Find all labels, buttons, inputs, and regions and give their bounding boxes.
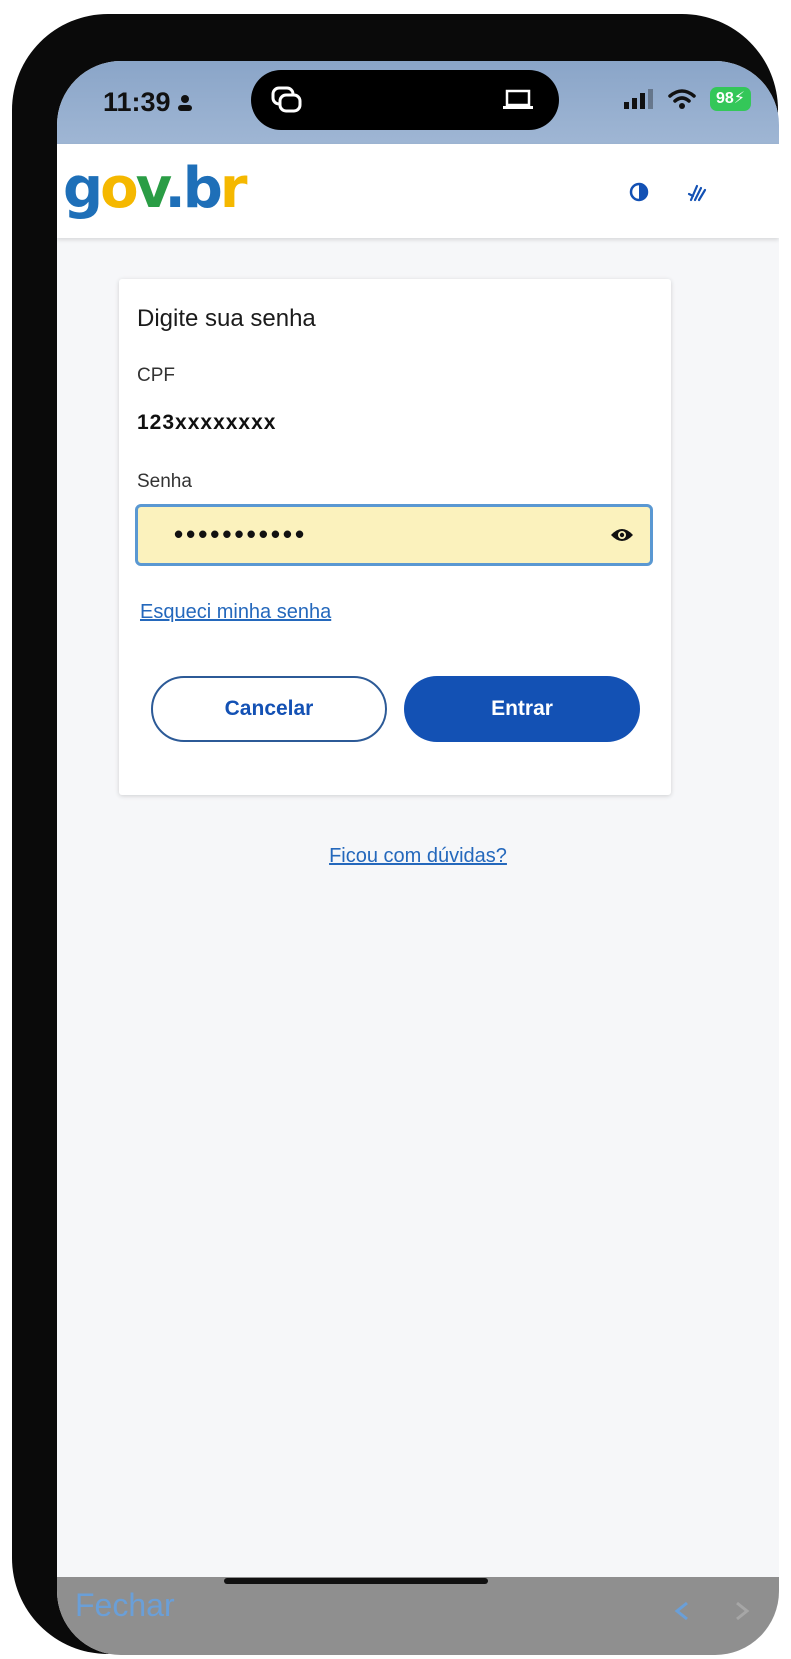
contrast-icon[interactable] [629, 182, 649, 202]
battery-level: 98 [715, 90, 734, 107]
cpf-label: CPF [137, 365, 175, 386]
logo-letter-g: g [63, 156, 103, 221]
browser-bottom-bar: Fechar [57, 1577, 779, 1655]
sign-language-icon[interactable] [687, 182, 711, 204]
back-arrow-icon[interactable] [671, 1600, 693, 1622]
logo-letter-o: o [100, 156, 139, 221]
forward-arrow-icon[interactable] [731, 1600, 753, 1622]
stacked-windows-icon [271, 86, 302, 113]
time-text: 11:39 [103, 87, 171, 117]
govbr-logo[interactable]: gov.br [63, 156, 248, 221]
card-title: Digite sua senha [137, 305, 316, 332]
show-password-eye-icon[interactable] [610, 527, 634, 543]
forgot-password-link[interactable]: Esqueci minha senha [140, 601, 331, 624]
logo-letter-v: v [135, 156, 168, 221]
wifi-icon [668, 89, 696, 109]
cellular-signal-icon [623, 89, 653, 109]
login-card: Digite sua senha CPF 123xxxxxxxx Senha •… [119, 279, 671, 795]
dynamic-island [251, 70, 559, 130]
battery-indicator: 98⚡ [709, 87, 751, 111]
status-right: 98⚡ [623, 87, 751, 111]
enter-button[interactable]: Entrar [404, 676, 640, 742]
home-indicator [224, 1578, 488, 1584]
logo-dot: . [164, 156, 186, 221]
charging-bolt-icon: ⚡ [733, 90, 745, 107]
password-input[interactable]: ••••••••••• [135, 504, 653, 566]
phone-frame: 11:39 98⚡ gov.br Digite sua senha CPF 12… [12, 14, 779, 1655]
close-button[interactable]: Fechar [75, 1587, 175, 1624]
logo-letter-b: b [182, 156, 223, 221]
screen: 11:39 98⚡ gov.br Digite sua senha CPF 12… [57, 61, 779, 1655]
site-header: gov.br [57, 144, 779, 238]
status-bar: 11:39 98⚡ [57, 61, 779, 144]
laptop-icon [503, 89, 533, 109]
logo-letter-r: r [219, 156, 248, 221]
status-time: 11:39 [103, 87, 193, 118]
cancel-button[interactable]: Cancelar [151, 676, 387, 742]
cpf-value: 123xxxxxxxx [137, 411, 277, 434]
password-label: Senha [137, 471, 192, 492]
password-masked-value: ••••••••••• [174, 519, 308, 549]
help-link[interactable]: Ficou com dúvidas? [57, 845, 779, 868]
person-icon [177, 94, 192, 111]
